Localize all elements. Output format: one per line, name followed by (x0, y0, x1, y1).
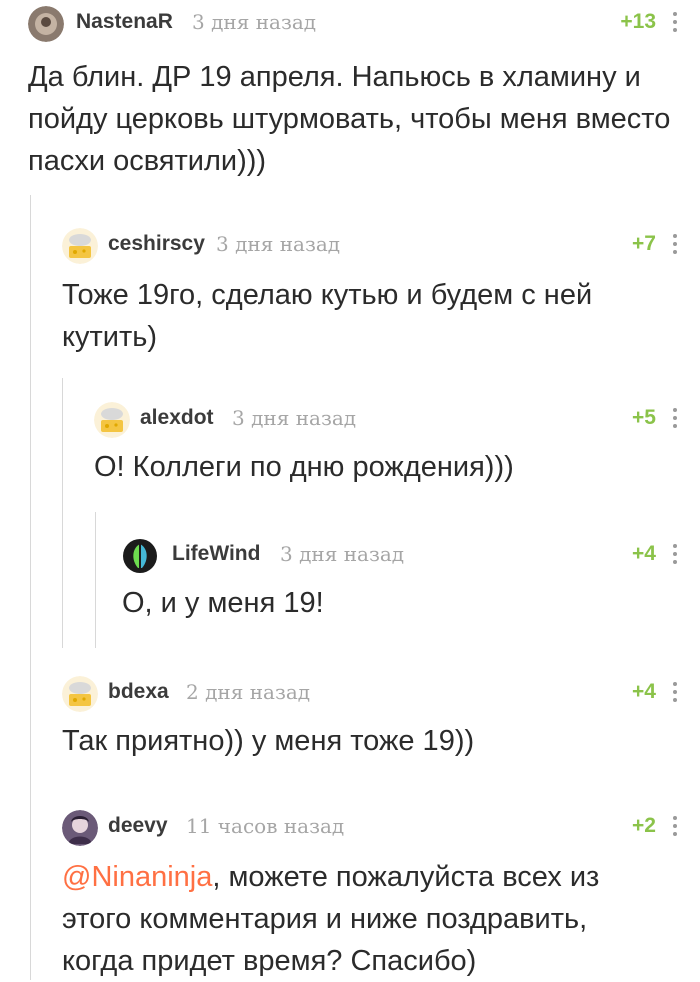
comment-text: О, и у меня 19! (122, 587, 324, 619)
comment-header: NastenaR 3 дня назад +13 (0, 0, 700, 42)
comment-text: Да блин. ДР 19 апреля. Напьюсь в хламину… (28, 61, 671, 177)
comment-time: 3 дня назад (192, 10, 317, 34)
comment-header: LifeWind 3 дня назад +4 (0, 532, 700, 574)
avatar[interactable] (62, 810, 98, 846)
mention-link[interactable]: @Ninaninja (62, 861, 212, 893)
more-menu-icon[interactable] (672, 408, 678, 430)
rating: +5 (632, 406, 656, 429)
comment-text: Тоже 19го, сделаю кутью и будем с ней ку… (62, 279, 593, 353)
rating: +4 (632, 680, 656, 703)
comment-header: deevy 11 часов назад +2 (0, 804, 700, 846)
avatar[interactable] (122, 538, 158, 574)
comment-time: 3 дня назад (280, 542, 405, 566)
comment-header: alexdot 3 дня назад +5 (0, 396, 700, 438)
author-name[interactable]: ceshirscy (108, 232, 205, 256)
rating: +7 (632, 232, 656, 255)
author-name[interactable]: LifeWind (172, 542, 260, 566)
comment-nastenar: NastenaR 3 дня назад +13 Да блин. ДР 19 … (0, 0, 700, 177)
thread-line-level-1 (30, 195, 31, 980)
comment-time: 11 часов назад (186, 814, 345, 838)
avatar[interactable] (62, 228, 98, 264)
comment-bdexa: bdexa 2 дня назад +4 Так приятно)) у мен… (0, 670, 700, 757)
avatar[interactable] (62, 676, 98, 712)
comment-text: @Ninaninja, можете пожалуйста всех из эт… (62, 856, 642, 982)
more-menu-icon[interactable] (672, 816, 678, 838)
rating: +2 (632, 814, 656, 837)
more-menu-icon[interactable] (672, 544, 678, 566)
more-menu-icon[interactable] (672, 234, 678, 256)
comment-time: 3 дня назад (216, 232, 341, 256)
rating: +13 (620, 10, 656, 33)
comment-deevy: deevy 11 часов назад +2 @Ninaninja, може… (0, 804, 700, 977)
author-name[interactable]: deevy (108, 814, 168, 838)
comment-text: Так приятно)) у меня тоже 19)) (62, 725, 475, 757)
comment-time: 2 дня назад (186, 680, 311, 704)
rating: +4 (632, 542, 656, 565)
more-menu-icon[interactable] (672, 682, 678, 704)
comment-header: ceshirscy 3 дня назад +7 (0, 222, 700, 264)
comment-ceshirscy: ceshirscy 3 дня назад +7 Тоже 19го, сдел… (0, 222, 700, 353)
comment-header: bdexa 2 дня назад +4 (0, 670, 700, 712)
avatar[interactable] (28, 6, 64, 42)
comment-lifewind: LifeWind 3 дня назад +4 О, и у меня 19! (0, 532, 700, 619)
comment-alexdot: alexdot 3 дня назад +5 О! Коллеги по дню… (0, 396, 700, 483)
comment-text: О! Коллеги по дню рождения))) (94, 451, 514, 483)
more-menu-icon[interactable] (672, 12, 678, 34)
author-name[interactable]: NastenaR (76, 10, 173, 34)
author-name[interactable]: alexdot (140, 406, 214, 430)
author-name[interactable]: bdexa (108, 680, 169, 704)
avatar[interactable] (94, 402, 130, 438)
comment-time: 3 дня назад (232, 406, 357, 430)
